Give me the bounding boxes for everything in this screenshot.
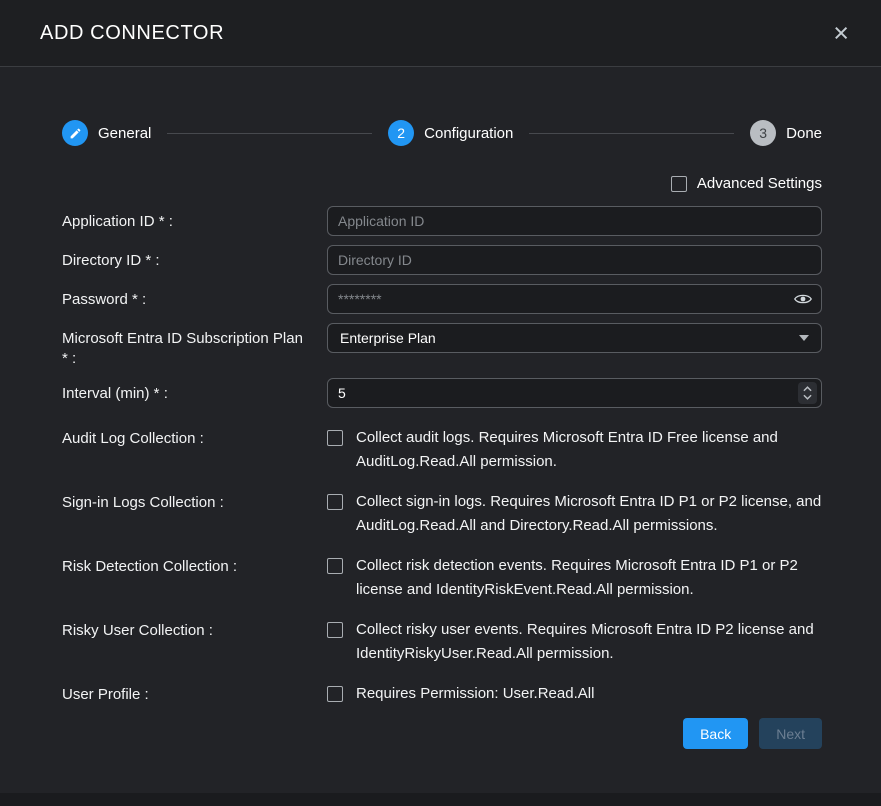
subscription-plan-row: Microsoft Entra ID Subscription Plan * :… bbox=[62, 323, 822, 369]
interval-input[interactable] bbox=[327, 378, 822, 408]
audit-log-label: Audit Log Collection : bbox=[62, 426, 327, 449]
next-button[interactable]: Next bbox=[759, 718, 822, 749]
directory-id-label: Directory ID * : bbox=[62, 245, 327, 271]
risky-user-label: Risky User Collection : bbox=[62, 618, 327, 641]
step-connector bbox=[529, 133, 734, 134]
signin-logs-row: Sign-in Logs Collection : Collect sign-i… bbox=[62, 490, 822, 538]
risky-user-description: Collect risky user events. Requires Micr… bbox=[356, 618, 822, 666]
step-done-label: Done bbox=[786, 125, 822, 142]
user-profile-row: User Profile : Requires Permission: User… bbox=[62, 682, 822, 706]
pencil-icon bbox=[69, 127, 82, 140]
risk-detection-checkbox[interactable] bbox=[327, 558, 343, 574]
advanced-settings-row: Advanced Settings bbox=[62, 175, 822, 192]
application-id-label: Application ID * : bbox=[62, 206, 327, 232]
close-icon[interactable]: × bbox=[833, 20, 849, 47]
back-button[interactable]: Back bbox=[683, 718, 748, 749]
step-general-circle bbox=[62, 120, 88, 146]
page-title: ADD CONNECTOR bbox=[40, 22, 224, 45]
subscription-plan-select[interactable]: Enterprise Plan bbox=[327, 323, 822, 353]
interval-stepper[interactable] bbox=[798, 382, 817, 404]
risk-detection-description: Collect risk detection events. Requires … bbox=[356, 554, 822, 602]
show-password-eye-icon[interactable] bbox=[794, 291, 812, 307]
step-configuration-label: Configuration bbox=[424, 125, 513, 142]
modal-body: General 2 Configuration 3 Done Advanced … bbox=[0, 120, 881, 749]
signin-logs-checkbox[interactable] bbox=[327, 494, 343, 510]
modal-header: ADD CONNECTOR × bbox=[0, 0, 881, 67]
audit-log-row: Audit Log Collection : Collect audit log… bbox=[62, 426, 822, 474]
wizard-stepper: General 2 Configuration 3 Done bbox=[62, 120, 822, 146]
chevron-down-icon bbox=[799, 335, 809, 341]
connector-form: Application ID * : Directory ID * : Pass… bbox=[62, 206, 822, 749]
password-input[interactable] bbox=[327, 284, 822, 314]
user-profile-description: Requires Permission: User.Read.All bbox=[356, 682, 594, 706]
step-done[interactable]: 3 Done bbox=[750, 120, 822, 146]
interval-label: Interval (min) * : bbox=[62, 378, 327, 404]
step-general-label: General bbox=[98, 125, 151, 142]
subscription-plan-value: Enterprise Plan bbox=[340, 330, 436, 346]
interval-row: Interval (min) * : bbox=[62, 378, 822, 408]
subscription-plan-label: Microsoft Entra ID Subscription Plan * : bbox=[62, 323, 327, 369]
user-profile-checkbox[interactable] bbox=[327, 686, 343, 702]
audit-log-checkbox[interactable] bbox=[327, 430, 343, 446]
advanced-settings-checkbox[interactable] bbox=[671, 176, 687, 192]
signin-logs-label: Sign-in Logs Collection : bbox=[62, 490, 327, 513]
chevron-up-icon bbox=[803, 386, 812, 392]
step-general[interactable]: General bbox=[62, 120, 151, 146]
step-done-circle: 3 bbox=[750, 120, 776, 146]
application-id-row: Application ID * : bbox=[62, 206, 822, 236]
advanced-settings-label: Advanced Settings bbox=[697, 175, 822, 192]
password-row: Password * : bbox=[62, 284, 822, 314]
directory-id-row: Directory ID * : bbox=[62, 245, 822, 275]
user-profile-label: User Profile : bbox=[62, 682, 327, 705]
risk-detection-label: Risk Detection Collection : bbox=[62, 554, 327, 577]
footer-buttons: Back Next bbox=[62, 718, 822, 749]
signin-logs-description: Collect sign-in logs. Requires Microsoft… bbox=[356, 490, 822, 538]
password-label: Password * : bbox=[62, 284, 327, 310]
step-configuration[interactable]: 2 Configuration bbox=[388, 120, 513, 146]
step-connector bbox=[167, 133, 372, 134]
audit-log-description: Collect audit logs. Requires Microsoft E… bbox=[356, 426, 822, 474]
chevron-down-icon bbox=[803, 394, 812, 400]
risky-user-row: Risky User Collection : Collect risky us… bbox=[62, 618, 822, 666]
step-configuration-circle: 2 bbox=[388, 120, 414, 146]
risk-detection-row: Risk Detection Collection : Collect risk… bbox=[62, 554, 822, 602]
application-id-input[interactable] bbox=[327, 206, 822, 236]
risky-user-checkbox[interactable] bbox=[327, 622, 343, 638]
page-background-strip bbox=[0, 793, 881, 806]
directory-id-input[interactable] bbox=[327, 245, 822, 275]
